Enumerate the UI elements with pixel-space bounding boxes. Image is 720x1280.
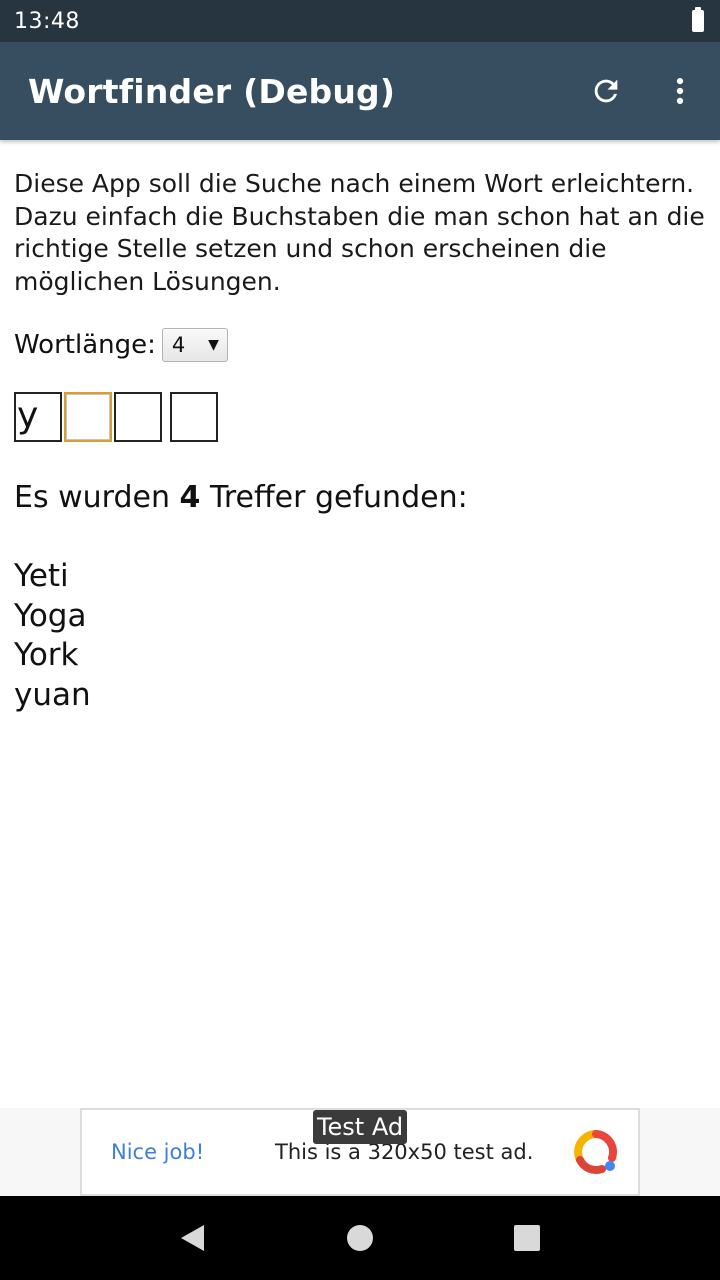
overflow-menu-button[interactable]: [652, 63, 708, 119]
refresh-button[interactable]: [578, 63, 634, 119]
back-icon: [181, 1225, 205, 1251]
result-item: yuan: [14, 676, 91, 713]
letter-input-1[interactable]: y: [14, 392, 62, 442]
home-icon: [346, 1225, 373, 1251]
results-summary: Es wurden 4 Treffer gefunden:: [14, 480, 706, 515]
battery-icon: [692, 7, 704, 32]
intro-text: Diese App soll die Suche nach einem Wort…: [14, 169, 705, 296]
status-bar: 13:48: [0, 0, 720, 42]
result-item: York: [14, 637, 79, 673]
ad-cta: Nice job!: [111, 1140, 205, 1164]
home-button[interactable]: [330, 1208, 390, 1268]
word-length-label: Wortlänge:: [14, 330, 156, 360]
refresh-icon: [594, 79, 618, 103]
recents-button[interactable]: [497, 1208, 557, 1268]
word-length-row: Wortlänge: 4 ▼: [14, 328, 706, 362]
word-length-select[interactable]: 4 ▼: [161, 328, 228, 362]
more-vert-icon: [676, 77, 684, 105]
screen: 13:48 Wortfinder (Debug) Diese App soll …: [0, 0, 720, 1280]
result-item: Yeti: [14, 558, 69, 594]
status-time: 13:48: [14, 8, 80, 34]
word-length-value: 4: [171, 333, 186, 357]
main-content: Diese App soll die Suche nach einem Wort…: [14, 140, 706, 715]
app-bar: Wortfinder (Debug): [0, 42, 720, 140]
test-ad-tag: Test Ad: [313, 1110, 407, 1144]
letter-input-4[interactable]: [170, 392, 218, 442]
recents-icon: [513, 1225, 540, 1251]
results-count: 4: [179, 480, 201, 515]
letter-input-2[interactable]: [64, 392, 112, 442]
ad-logo-icon: [574, 1130, 618, 1174]
navigation-bar: [0, 1196, 720, 1280]
back-button[interactable]: [163, 1208, 223, 1268]
result-item: Yoga: [14, 597, 87, 634]
letter-input-3[interactable]: [114, 392, 162, 442]
app-title: Wortfinder (Debug): [28, 71, 396, 111]
results-prefix: Es wurden: [14, 480, 180, 515]
results-suffix: Treffer gefunden:: [200, 480, 468, 515]
letter-input-row: y: [14, 392, 706, 442]
dropdown-arrow-icon: ▼: [208, 337, 219, 353]
results-list: Yeti Yoga York yuan: [14, 557, 706, 715]
